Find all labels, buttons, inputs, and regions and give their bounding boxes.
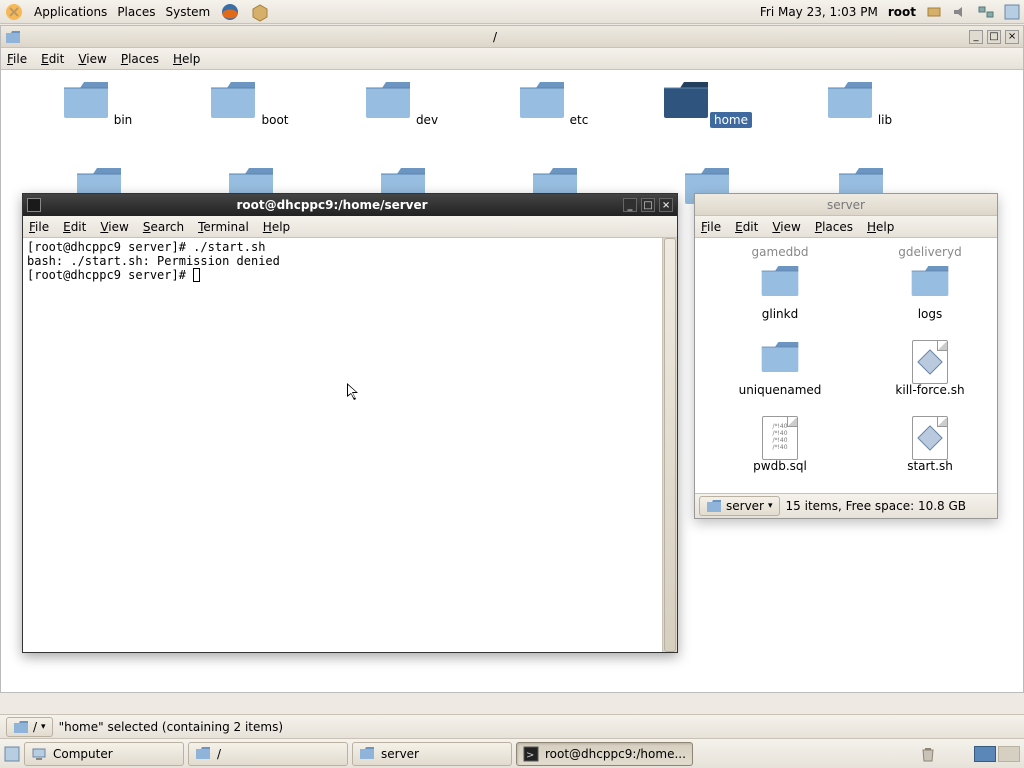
folder-home[interactable]: home <box>647 80 767 128</box>
task-terminal[interactable]: > root@dhcppc9:/home... <box>516 742 693 766</box>
trash-icon[interactable] <box>920 746 936 762</box>
applications-menu[interactable]: Applications <box>34 5 107 19</box>
menu-places[interactable]: Places <box>121 52 159 66</box>
menu-view[interactable]: View <box>100 220 128 234</box>
menu-help[interactable]: Help <box>867 220 894 234</box>
menu-view[interactable]: View <box>78 52 106 66</box>
menu-edit[interactable]: Edit <box>63 220 86 234</box>
terminal-menubar: File Edit View Search Terminal Help <box>23 216 677 238</box>
terminal-cursor <box>193 268 200 282</box>
menu-edit[interactable]: Edit <box>735 220 758 234</box>
user-label[interactable]: root <box>888 5 916 19</box>
mouse-cursor <box>347 383 359 401</box>
nautilus-server-statusbar: server ▾ 15 items, Free space: 10.8 GB <box>695 494 997 518</box>
show-desktop-icon[interactable] <box>4 746 20 762</box>
menu-view[interactable]: View <box>772 220 800 234</box>
folder-gdeliveryd[interactable]: gdeliveryd <box>865 238 995 259</box>
nautilus-root-title: / <box>493 30 497 44</box>
file-pwdb-sql[interactable]: /*!40/*!40/*!40/*!40pwdb.sql <box>715 416 845 473</box>
item-label: uniquenamed <box>715 383 845 397</box>
terminal-scrollbar[interactable] <box>662 238 677 652</box>
nautilus-server-titlebar[interactable]: server <box>695 194 997 216</box>
nautilus-root-menubar: File Edit View Places Help <box>1 48 1023 70</box>
clock[interactable]: Fri May 23, 1:03 PM <box>760 5 878 19</box>
location-button[interactable]: server ▾ <box>699 496 780 516</box>
folder-glinkd[interactable]: glinkd <box>715 264 845 321</box>
tray-update-icon[interactable] <box>926 4 942 20</box>
tray-network-icon[interactable] <box>978 4 994 20</box>
firefox-icon[interactable] <box>220 2 240 22</box>
system-menu[interactable]: System <box>165 5 210 19</box>
folder-label: etc <box>566 112 593 128</box>
folder-gamedbd[interactable]: gamedbd <box>715 238 845 259</box>
item-label: glinkd <box>715 307 845 321</box>
folder-icon <box>5 30 21 44</box>
task-computer[interactable]: Computer <box>24 742 184 766</box>
menu-help[interactable]: Help <box>263 220 290 234</box>
file-start-sh[interactable]: start.sh <box>865 416 995 473</box>
distro-icon <box>4 2 24 22</box>
close-button[interactable]: × <box>1005 30 1019 44</box>
places-menu[interactable]: Places <box>117 5 155 19</box>
folder-label: dev <box>412 112 442 128</box>
nautilus-server-icon-view[interactable]: gamedbd gdeliveryd glinkd logs uniquenam… <box>695 238 997 494</box>
minimize-button[interactable]: _ <box>969 30 983 44</box>
item-label: gamedbd <box>715 245 845 259</box>
menu-terminal[interactable]: Terminal <box>198 220 249 234</box>
item-label: logs <box>865 307 995 321</box>
folder-bin[interactable]: bin <box>39 80 159 128</box>
tray-volume-icon[interactable] <box>952 4 968 20</box>
nautilus-root-titlebar[interactable]: / _ □ × <box>1 26 1023 48</box>
folder-uniquenamed[interactable]: uniquenamed <box>715 340 845 397</box>
menu-file[interactable]: File <box>29 220 49 234</box>
file-kill-force-sh[interactable]: kill-force.sh <box>865 340 995 397</box>
terminal-output[interactable]: [root@dhcppc9 server]# ./start.sh bash: … <box>23 238 677 652</box>
folder-logs[interactable]: logs <box>865 264 995 321</box>
menu-edit[interactable]: Edit <box>41 52 64 66</box>
svg-text:>: > <box>526 750 534 761</box>
item-label: pwdb.sql <box>715 459 845 473</box>
menu-file[interactable]: File <box>7 52 27 66</box>
menu-places[interactable]: Places <box>815 220 853 234</box>
package-icon[interactable] <box>250 2 270 22</box>
folder-label: home <box>710 112 752 128</box>
nautilus-server-title: server <box>827 198 865 212</box>
item-label: kill-force.sh <box>865 383 995 397</box>
nautilus-server-menubar: File Edit View Places Help <box>695 216 997 238</box>
folder-etc[interactable]: etc <box>495 80 615 128</box>
window-controls: _ □ × <box>969 30 1019 44</box>
chevron-down-icon: ▾ <box>41 722 46 732</box>
folder-boot[interactable]: boot <box>191 80 311 128</box>
task-server[interactable]: server <box>352 742 512 766</box>
terminal-title: root@dhcppc9:/home/server <box>236 198 427 212</box>
task-root[interactable]: / <box>188 742 348 766</box>
minimize-button[interactable]: _ <box>623 198 637 212</box>
chevron-down-icon: ▾ <box>768 501 773 511</box>
workspace-switcher[interactable] <box>974 746 1020 762</box>
folder-label: lib <box>874 112 896 128</box>
nautilus-root-statusbar: / ▾ "home" selected (containing 2 items) <box>0 714 1024 738</box>
item-label: start.sh <box>865 459 995 473</box>
nautilus-server-window: server File Edit View Places Help gamedb… <box>694 193 998 519</box>
nautilus-server-status-text: 15 items, Free space: 10.8 GB <box>786 499 966 513</box>
terminal-window: root@dhcppc9:/home/server _ □ × File Edi… <box>22 193 678 653</box>
menu-help[interactable]: Help <box>173 52 200 66</box>
maximize-button[interactable]: □ <box>641 198 655 212</box>
bottom-panel: Computer / server > root@dhcppc9:/home..… <box>0 738 1024 768</box>
folder-lib[interactable]: lib <box>801 80 921 128</box>
nautilus-root-status-text: "home" selected (containing 2 items) <box>59 720 283 734</box>
terminal-icon <box>27 198 41 212</box>
close-button[interactable]: × <box>659 198 673 212</box>
location-button[interactable]: / ▾ <box>6 717 53 737</box>
item-label: gdeliveryd <box>865 245 995 259</box>
terminal-titlebar[interactable]: root@dhcppc9:/home/server _ □ × <box>23 194 677 216</box>
menu-file[interactable]: File <box>701 220 721 234</box>
top-panel: Applications Places System Fri May 23, 1… <box>0 0 1024 24</box>
folder-label: boot <box>257 112 292 128</box>
maximize-button[interactable]: □ <box>987 30 1001 44</box>
folder-label: bin <box>110 112 137 128</box>
folder-dev[interactable]: dev <box>343 80 463 128</box>
tray-desktop-icon[interactable] <box>1004 4 1020 20</box>
menu-search[interactable]: Search <box>143 220 184 234</box>
